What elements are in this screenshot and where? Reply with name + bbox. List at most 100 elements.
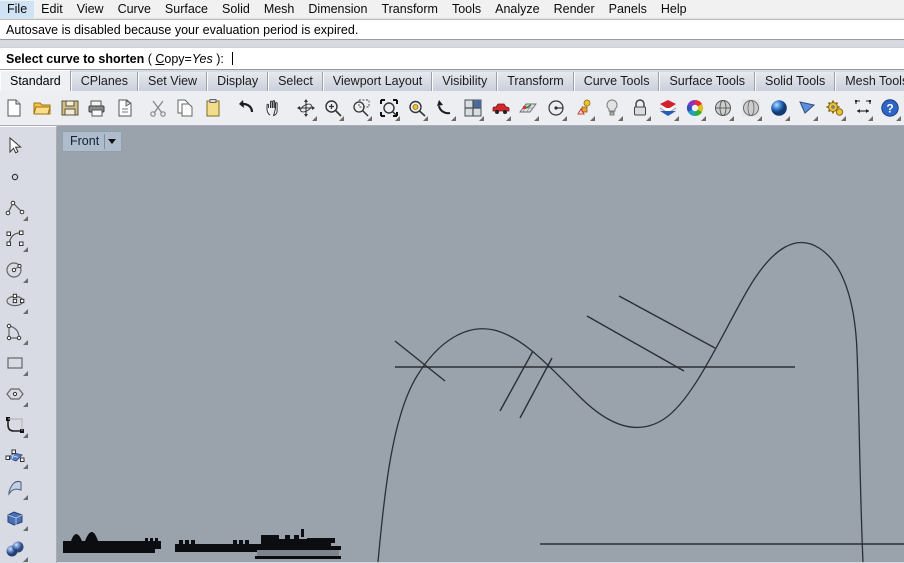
menu-item-render[interactable]: Render (547, 1, 602, 18)
ellipse-icon[interactable] (0, 285, 30, 316)
layers-icon[interactable] (655, 94, 681, 123)
zoom-in-icon[interactable] (321, 94, 347, 123)
flyout-corner-icon (645, 115, 651, 121)
toolbar-separator (287, 96, 291, 120)
shade-rendered-sphere-icon[interactable] (766, 94, 792, 123)
flyout-corner-icon (23, 371, 28, 376)
light-bulb-icon[interactable] (599, 94, 625, 123)
menu-item-analyze[interactable]: Analyze (488, 1, 546, 18)
object-snap-icon[interactable] (543, 94, 569, 123)
shade-wireframe-sphere-icon[interactable] (710, 94, 736, 123)
cut-scissors-icon[interactable] (145, 94, 171, 123)
zoom-window-icon[interactable] (348, 94, 374, 123)
control-point-curve-icon[interactable] (0, 223, 30, 254)
circle-icon[interactable] (0, 254, 30, 285)
tab-viewport-layout[interactable]: Viewport Layout (322, 72, 433, 91)
zoom-extents-icon[interactable] (376, 94, 402, 123)
zoom-selected-icon[interactable] (404, 94, 430, 123)
command-input-field[interactable] (233, 48, 904, 69)
cplane-grid-icon[interactable] (515, 94, 541, 123)
viewport-menu-button[interactable] (104, 134, 119, 149)
menu-item-file[interactable]: File (0, 0, 35, 18)
print-icon[interactable] (85, 94, 111, 123)
main-sine-curve[interactable] (377, 241, 864, 562)
arc-icon[interactable] (0, 316, 30, 347)
viewport-layout-icon[interactable] (460, 94, 486, 123)
tab-curve-tools[interactable]: Curve Tools (573, 72, 660, 91)
fillet-curve-icon[interactable] (0, 409, 30, 440)
flyout-corner-icon (23, 433, 28, 438)
render-preview-icon[interactable] (794, 94, 820, 123)
toolbar-tab-strip[interactable]: Standard CPlanes Set View Display Select View… (0, 70, 904, 92)
main-toolbar: ? (0, 91, 904, 126)
command-option-value[interactable]: Yes (192, 52, 213, 66)
silhouette-ship-2[interactable] (175, 540, 267, 552)
silhouette-ship-3[interactable] (255, 529, 341, 559)
silhouette-ship-1[interactable] (63, 532, 161, 553)
point-osnap-icon[interactable] (571, 94, 597, 123)
tab-surface-tools[interactable]: Surface Tools (659, 72, 755, 91)
menu-item-mesh[interactable]: Mesh (257, 1, 302, 18)
viewport-geometry (63, 241, 904, 562)
flyout-corner-icon (784, 115, 790, 121)
flyout-corner-icon (23, 495, 28, 500)
rhino-window: File Edit View Curve Surface Solid Mesh Dimensi… (0, 0, 904, 563)
menu-item-solid[interactable]: Solid (215, 1, 257, 18)
command-prompt-label: Select curve to shorten (6, 51, 145, 66)
paste-clipboard-icon[interactable] (200, 94, 226, 123)
tab-transform[interactable]: Transform (497, 72, 574, 91)
sphere-icon[interactable] (0, 533, 30, 563)
pan-hand-icon[interactable] (260, 94, 286, 123)
rotate-view-icon[interactable] (293, 94, 319, 123)
copy-icon[interactable] (172, 94, 198, 123)
save-icon[interactable] (57, 94, 83, 123)
menu-item-tools[interactable]: Tools (445, 1, 488, 18)
tab-solid-tools[interactable]: Solid Tools (754, 72, 836, 91)
menu-item-transform[interactable]: Transform (374, 1, 445, 18)
extrude-surface-icon[interactable] (0, 471, 30, 502)
undo-arrow-icon[interactable] (233, 94, 259, 123)
polyline-icon[interactable] (0, 192, 30, 223)
color-wheel-icon[interactable] (683, 94, 709, 123)
tick-mark-right-a[interactable] (618, 295, 716, 349)
dimension-icon[interactable] (850, 94, 876, 123)
open-folder-icon[interactable] (29, 94, 55, 123)
tab-select[interactable]: Select (268, 72, 323, 91)
tab-visibility[interactable]: Visibility (432, 72, 498, 91)
shade-ghosted-sphere-icon[interactable] (738, 94, 764, 123)
select-arrow-icon[interactable] (0, 130, 30, 161)
point-icon[interactable] (0, 161, 30, 192)
options-gears-icon[interactable] (822, 94, 848, 123)
menu-item-edit[interactable]: Edit (34, 1, 70, 18)
surface-from-points-icon[interactable] (0, 440, 30, 471)
viewport-title[interactable]: Front (62, 131, 123, 152)
viewport-front[interactable]: Front (57, 126, 904, 562)
tab-set-view[interactable]: Set View (137, 72, 208, 91)
new-file-icon[interactable] (1, 94, 27, 123)
menu-item-view[interactable]: View (70, 1, 111, 18)
command-prompt-bar[interactable]: Select curve to shorten ( Copy=Yes ): (0, 47, 904, 70)
tab-mesh-tools[interactable]: Mesh Tools (835, 72, 904, 91)
undo-view-icon[interactable] (432, 94, 458, 123)
polygon-icon[interactable] (0, 378, 30, 409)
menu-item-curve[interactable]: Curve (111, 1, 158, 18)
menu-item-dimension[interactable]: Dimension (301, 1, 374, 18)
help-icon[interactable]: ? (877, 94, 903, 123)
tick-mark-left[interactable] (394, 340, 446, 382)
named-view-car-icon[interactable] (488, 94, 514, 123)
chevron-down-icon (108, 139, 117, 144)
lock-icon[interactable] (627, 94, 653, 123)
tab-display[interactable]: Display (207, 72, 269, 91)
rectangle-icon[interactable] (0, 347, 30, 378)
properties-icon[interactable] (112, 94, 138, 123)
command-option-open: ( (144, 51, 156, 66)
tab-cplanes[interactable]: CPlanes (70, 72, 138, 91)
tab-standard[interactable]: Standard (0, 70, 71, 91)
command-option-key-rest[interactable]: opy= (164, 52, 191, 66)
menu-item-help[interactable]: Help (654, 1, 694, 18)
menu-item-surface[interactable]: Surface (158, 1, 215, 18)
tick-mark-right-b[interactable] (586, 315, 685, 372)
box-icon[interactable] (0, 502, 30, 533)
command-option-close: ): (212, 51, 228, 66)
menu-item-panels[interactable]: Panels (602, 1, 654, 18)
